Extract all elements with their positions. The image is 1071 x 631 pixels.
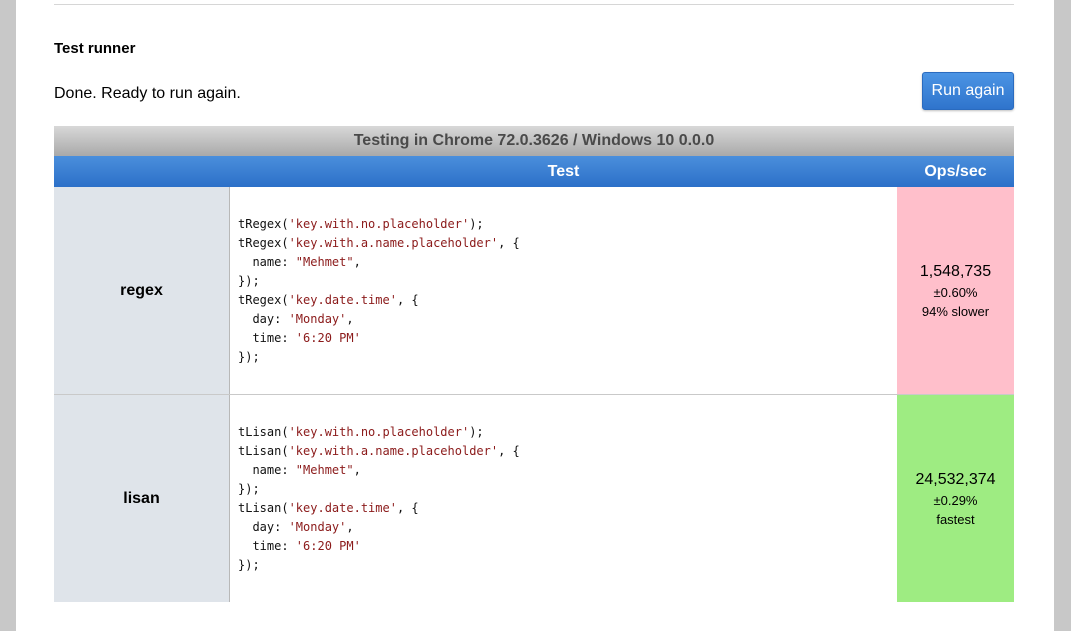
header-title-col	[54, 156, 230, 187]
test-title: lisan	[54, 395, 230, 602]
result-cell: 24,532,374 ±0.29% fastest	[897, 395, 1014, 602]
divider	[54, 4, 1014, 5]
test-code: tLisan('key.with.no.placeholder'); tLisa…	[238, 424, 520, 572]
ops-rank: fastest	[936, 511, 975, 527]
ops-margin: ±0.29%	[933, 492, 978, 508]
test-code-cell: tRegex('key.with.no.placeholder'); tRege…	[230, 187, 897, 394]
ops-value: 1,548,735	[919, 262, 992, 280]
test-code: tRegex('key.with.no.placeholder'); tRege…	[238, 216, 520, 364]
code-string: 'key.with.no.placeholder'	[288, 216, 470, 231]
header-test: Test	[547, 163, 580, 180]
result-cell: 1,548,735 ±0.60% 94% slower	[897, 187, 1014, 394]
code-string: 'Monday'	[288, 311, 347, 326]
table-row: lisan tLisan('key.with.no.placeholder');…	[54, 395, 1014, 602]
code-string: 'key.with.no.placeholder'	[288, 424, 470, 439]
code-string: 'Monday'	[288, 519, 347, 534]
table-caption: Testing in Chrome 72.0.3626 / Windows 10…	[54, 126, 1014, 156]
run-again-button[interactable]: Run again	[922, 72, 1014, 110]
test-title: regex	[54, 187, 230, 394]
status-text: Done. Ready to run again.	[54, 85, 241, 102]
code-string: "Mehmet"	[295, 462, 354, 477]
section-heading: Test runner	[54, 40, 136, 57]
code-string: '6:20 PM'	[295, 330, 361, 345]
ops-rank: 94% slower	[921, 303, 990, 319]
table-header: Test Ops/sec	[54, 156, 1014, 187]
code-string: "Mehmet"	[295, 254, 354, 269]
code-string: 'key.with.a.name.placeholder'	[288, 235, 499, 250]
page-content: Test runner Done. Ready to run again. Ru…	[16, 0, 1054, 631]
code-string: 'key.with.a.name.placeholder'	[288, 443, 499, 458]
code-string: 'key.date.time'	[288, 292, 397, 307]
results-table: Testing in Chrome 72.0.3626 / Windows 10…	[54, 126, 1014, 602]
header-ops-sec: Ops/sec	[924, 163, 987, 180]
test-code-cell: tLisan('key.with.no.placeholder'); tLisa…	[230, 395, 897, 602]
code-string: '6:20 PM'	[295, 538, 361, 553]
code-string: 'key.date.time'	[288, 500, 397, 515]
table-row: regex tRegex('key.with.no.placeholder');…	[54, 187, 1014, 395]
ops-value: 24,532,374	[915, 470, 996, 488]
ops-margin: ±0.60%	[933, 284, 978, 300]
